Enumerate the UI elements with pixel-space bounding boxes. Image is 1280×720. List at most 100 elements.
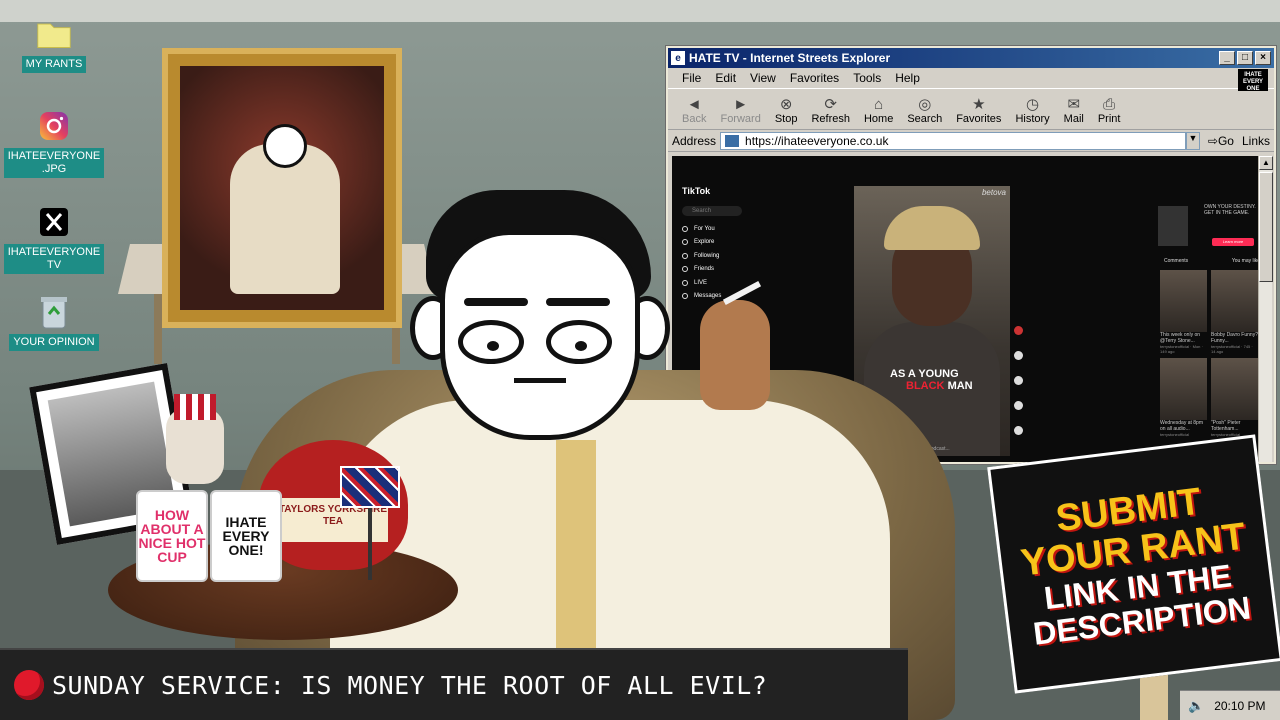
suggestion-card[interactable]: Wednesday at 8pm on all audio... terrysto…	[1160, 358, 1207, 437]
close-button[interactable]: ×	[1255, 51, 1271, 65]
back-button[interactable]: ◄ Back	[682, 95, 706, 126]
print-button[interactable]: ⎙ Print	[1098, 95, 1121, 126]
video-brand: betova	[981, 188, 1006, 197]
ceiling	[0, 0, 1280, 22]
character-brow-right	[546, 298, 610, 306]
ad-thumbnail	[1158, 206, 1188, 246]
desktop-icon-recycle-bin[interactable]: YOUR OPINION	[4, 294, 104, 351]
tiktok-tabs: Comments You may like	[1164, 258, 1260, 264]
menu-favorites[interactable]: Favorites	[790, 71, 839, 85]
menu-tools[interactable]: Tools	[853, 71, 881, 85]
nav-icon	[682, 225, 688, 232]
menu-edit[interactable]: Edit	[715, 71, 736, 85]
tiktok-ad[interactable]: OWN YOUR DESTINY. GET IN THE GAME. Learn…	[1156, 204, 1260, 252]
nav-label: Friends	[694, 266, 715, 273]
favorites-label: Favorites	[956, 113, 1002, 125]
home-icon: ⌂	[874, 95, 884, 113]
king-portrait	[162, 48, 402, 328]
character-brow-left	[464, 298, 528, 306]
history-button[interactable]: ◷ History	[1015, 95, 1049, 125]
share-icon[interactable]	[1014, 426, 1023, 435]
union-jack-flag	[340, 466, 400, 508]
comment-icon[interactable]	[1014, 376, 1023, 385]
history-icon: ◷	[1026, 96, 1040, 113]
desktop-icon-label: YOUR OPINION	[9, 334, 99, 351]
video-caption-word: MAN	[947, 380, 973, 392]
nav-label: LIVE	[694, 279, 708, 286]
menu-view[interactable]: View	[750, 71, 776, 85]
minimize-button[interactable]: _	[1219, 51, 1235, 65]
mail-label: Mail	[1063, 113, 1084, 125]
suggestion-thumbnail	[1211, 358, 1258, 420]
suggestion-sub: terrystoneofficial · 745 · 14 ago	[1211, 344, 1253, 354]
ad-learn-more-button[interactable]: Learn more	[1212, 238, 1254, 246]
refresh-icon: ⟳	[824, 96, 837, 113]
address-dropdown-button[interactable]: ▼	[1185, 131, 1200, 150]
stop-icon: ⊗	[779, 96, 793, 113]
nav-icon	[682, 252, 688, 259]
suggestion-card[interactable]: Bobby Davro Funny? Funny... terrystoneoff…	[1211, 270, 1258, 354]
folder-icon	[36, 16, 72, 52]
tiktok-nav-item[interactable]: LIVE	[682, 276, 721, 290]
tiktok-nav-item[interactable]: Explore	[682, 236, 721, 250]
browser-app-icon: e	[671, 51, 685, 65]
go-button[interactable]: ⇨Go	[1208, 134, 1234, 148]
browser-titlebar[interactable]: e HATE TV - Internet Streets Explorer _ …	[668, 48, 1274, 68]
search-label: Search	[907, 113, 943, 125]
desktop-icon-x[interactable]: IHATEEVERYONE TV	[3, 204, 105, 274]
address-input[interactable]: https://ihateeveryone.co.uk	[720, 131, 1186, 150]
suggestion-card[interactable]: This week only on @Terry Stone... terryst…	[1160, 270, 1207, 354]
video-caption-line1: AS A YOUNG	[890, 368, 959, 380]
desktop-icon-label: IHATEEVERYONE .JPG	[3, 148, 105, 178]
forward-button[interactable]: ► Forward	[720, 95, 760, 126]
tiktok-logo[interactable]: TikTok	[682, 186, 710, 196]
menu-help[interactable]: Help	[895, 71, 920, 85]
refresh-button[interactable]: ⟳ Refresh	[811, 95, 850, 125]
tiktok-nav-item[interactable]: Friends	[682, 263, 721, 277]
suggestion-title: This week only on @Terry Stone...	[1160, 332, 1201, 344]
lower-third-ticker: SUNDAY SERVICE: IS MONEY THE ROOT OF ALL…	[0, 648, 908, 720]
desktop-icon-label: MY RANTS	[21, 56, 87, 73]
pupil	[487, 341, 499, 351]
stop-button[interactable]: ⊗ Stop	[775, 95, 798, 125]
home-button[interactable]: ⌂ Home	[863, 95, 894, 126]
portrait-king-head	[263, 124, 307, 168]
tiktok-suggestions: This week only on @Terry Stone... terryst…	[1160, 270, 1258, 437]
suggestion-card[interactable]: "Posh" Pieter Tottenham... terrystoneoffi…	[1211, 358, 1258, 437]
nav-icon	[682, 266, 688, 273]
maximize-button[interactable]: □	[1237, 51, 1253, 65]
tiktok-nav-item[interactable]: Messages	[682, 290, 721, 304]
tiktok-nav-item[interactable]: For You	[682, 222, 721, 236]
desktop-icon-my-rants[interactable]: MY RANTS	[4, 16, 104, 73]
home-label: Home	[863, 113, 894, 125]
tab-you-may-like[interactable]: You may like	[1232, 258, 1260, 264]
desktop-icon-instagram[interactable]: IHATEEVERYONE .JPG	[3, 108, 105, 178]
page-icon	[725, 134, 740, 147]
pupil	[575, 341, 587, 351]
mail-button[interactable]: ✉ Mail	[1064, 95, 1084, 125]
submit-rant-placard: SUBMIT YOUR RANT LINK IN THE DESCRIPTION	[987, 434, 1280, 694]
favorites-button[interactable]: ★ Favorites	[956, 95, 1001, 125]
video-caption-highlight: BLACK	[906, 380, 945, 392]
speaker-icon[interactable]: 🔈	[1188, 698, 1204, 714]
menu-file[interactable]: File	[682, 71, 701, 85]
video-person-cap	[884, 206, 980, 250]
tiktok-sidebar: OWN YOUR DESTINY. GET IN THE GAME. Learn…	[1156, 186, 1264, 456]
links-button[interactable]: Links	[1242, 134, 1270, 148]
nav-label: Following	[694, 252, 720, 259]
tiktok-actions	[1014, 326, 1023, 451]
vertical-scrollbar[interactable]: ▲	[1258, 156, 1273, 462]
tab-comments[interactable]: Comments	[1164, 258, 1188, 264]
scroll-thumb[interactable]	[1259, 172, 1273, 282]
scroll-up-arrow-icon[interactable]: ▲	[1259, 156, 1273, 170]
window-title: HATE TV - Internet Streets Explorer	[689, 51, 891, 65]
tiktok-search-input[interactable]: Search	[682, 206, 742, 216]
like-icon[interactable]	[1014, 351, 1023, 360]
tiktok-nav-item[interactable]: Following	[682, 249, 721, 263]
bookmark-icon[interactable]	[1014, 401, 1023, 410]
creator-avatar[interactable]	[1014, 326, 1023, 335]
search-button[interactable]: ◎ Search	[907, 95, 942, 125]
address-bar: Address https://ihateeveryone.co.uk ▼ ⇨G…	[668, 130, 1274, 152]
suggestion-sub: terrystoneofficial · Mon · 149 ago	[1160, 344, 1203, 354]
system-tray[interactable]: 🔈 20:10 PM	[1180, 690, 1280, 720]
